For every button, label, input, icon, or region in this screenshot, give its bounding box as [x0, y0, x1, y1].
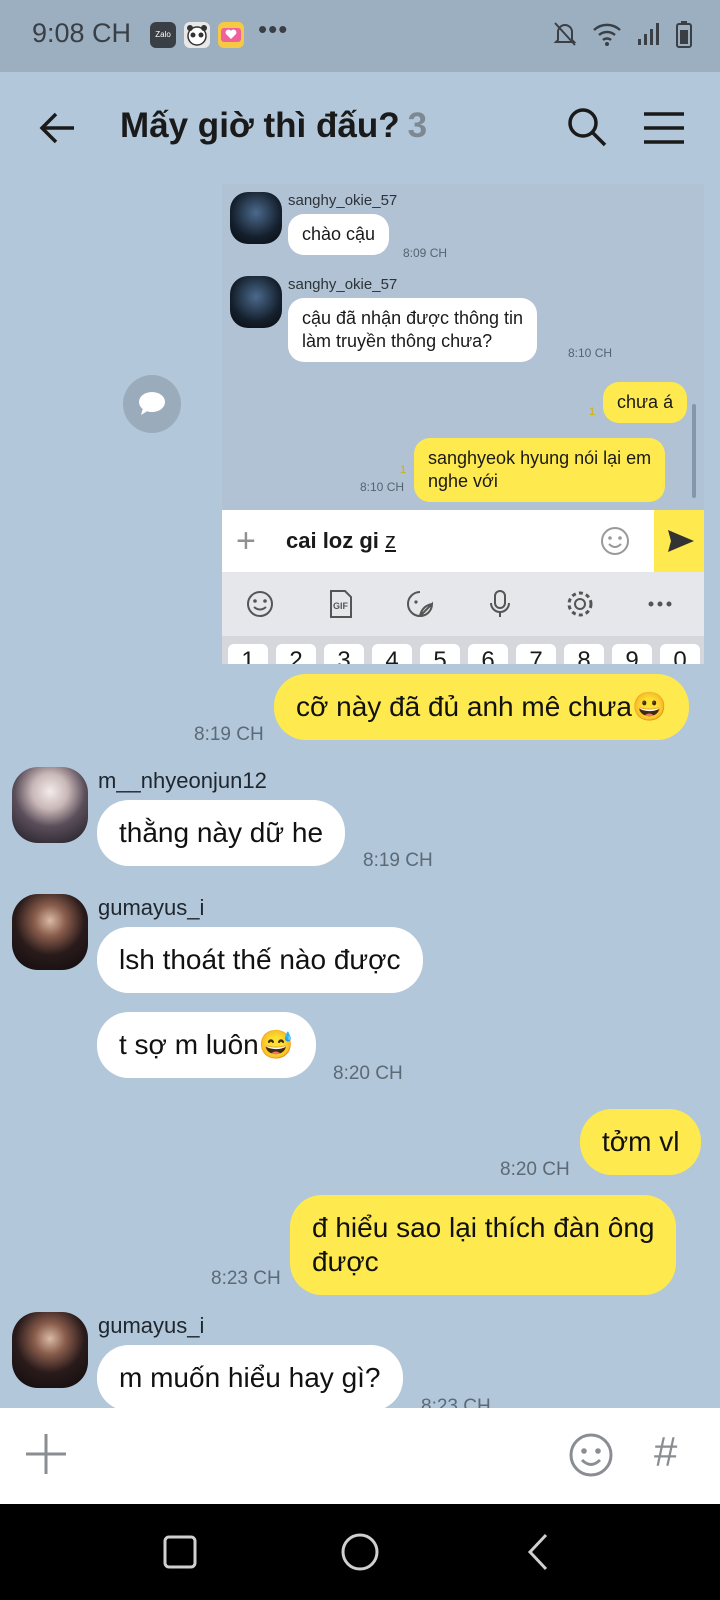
status-bar: 9:08 CH Zalo ••• [0, 0, 720, 72]
emoji-icon [247, 591, 273, 617]
embedded-keyboard-toolbar: GIF [222, 572, 704, 636]
embedded-read-count: 1 [589, 406, 596, 418]
embedded-input-bar: + cai loz gi z [222, 510, 704, 572]
embedded-message-time: 8:10 CH [360, 480, 405, 494]
message-input-bar: # [0, 1408, 720, 1504]
embedded-scrollbar [692, 404, 696, 498]
key: 7 [516, 644, 556, 664]
embedded-sender-name: sanghy_okie_57 [288, 276, 398, 293]
embedded-message-line: nghe với [428, 471, 498, 491]
embedded-plus-icon: + [236, 522, 256, 560]
message-bubble[interactable]: thằng này dữ he [97, 800, 346, 866]
chat-bubble-icon [139, 392, 165, 415]
more-icon [648, 601, 672, 607]
message-line: được [312, 1246, 379, 1277]
embedded-my-bubble: sanghyeok hyung nói lại em nghe với [414, 438, 666, 502]
send-icon [668, 530, 694, 552]
home-icon[interactable] [338, 1530, 382, 1574]
message-time: 8:19 CH [194, 724, 264, 745]
embedded-input-text: cai loz gi z [286, 528, 396, 554]
chat-title-text: Mấy giờ thì đấu? [120, 106, 400, 145]
emoji-icon[interactable] [568, 1432, 614, 1478]
embedded-message-line: cậu đã nhận được thông tin [302, 308, 524, 328]
embedded-message-line: làm truyền thông chưa? [302, 331, 493, 351]
embedded-message-bubble: chào cậu [288, 214, 390, 255]
sticker-icon [407, 591, 434, 617]
message-bubble[interactable]: m muốn hiểu hay gì? [97, 1345, 403, 1411]
embedded-emoji-icon [601, 527, 629, 555]
embedded-read-count: 1 [400, 464, 407, 476]
back-icon[interactable] [518, 1530, 562, 1574]
key: 4 [372, 644, 412, 664]
embedded-message-bubble: cậu đã nhận được thông tin làm truyền th… [288, 298, 538, 362]
wifi-icon [593, 23, 621, 46]
mute-icon [553, 22, 577, 46]
floating-chat-bubble[interactable] [123, 375, 181, 433]
sender-name: gumayus_i [98, 1313, 205, 1338]
message-bubble[interactable]: t sợ m luôn😅 [97, 1012, 316, 1078]
embedded-sender-name: sanghy_okie_57 [288, 192, 398, 209]
avatar[interactable] [12, 767, 88, 843]
embedded-input-composing: z [385, 528, 397, 553]
shared-screenshot-image[interactable]: sanghy_okie_57 chào cậu 8:09 CH sanghy_o… [222, 184, 704, 664]
sender-name: gumayus_i [98, 895, 205, 920]
message-time: 8:23 CH [211, 1268, 281, 1289]
plus-icon[interactable] [22, 1430, 70, 1478]
key: 0 [660, 644, 700, 664]
system-nav-bar [0, 1504, 720, 1600]
embedded-my-bubble: chưa á [603, 382, 688, 423]
chat-header: Mấy giờ thì đấu? 3 [0, 72, 720, 184]
zalo-app-icon: Zalo [150, 22, 176, 48]
panda-app-icon [184, 22, 210, 48]
microphone-icon [490, 590, 510, 617]
key: 5 [420, 644, 460, 664]
my-message-bubble[interactable]: đ hiểu sao lại thích đàn ông được [290, 1195, 677, 1295]
message-bubble[interactable]: lsh thoát thế nào được [97, 927, 423, 993]
my-message-bubble[interactable]: cỡ này đã đủ anh mê chưa😀 [274, 674, 689, 740]
avatar[interactable] [12, 894, 88, 970]
settings-gear-icon [567, 591, 593, 617]
hashtag-button[interactable]: # [654, 1428, 677, 1476]
embedded-input-value: cai loz gi [286, 528, 386, 553]
signal-icon [638, 23, 659, 45]
key: 1 [228, 644, 268, 664]
back-arrow-icon[interactable] [36, 106, 80, 150]
chat-title: Mấy giờ thì đấu? 3 [120, 106, 427, 146]
status-time: 9:08 CH [32, 18, 132, 48]
sender-name: m__nhyeonjun12 [98, 768, 267, 793]
gif-icon: GIF [330, 590, 352, 618]
menu-icon[interactable] [642, 108, 686, 148]
avatar[interactable] [12, 1312, 88, 1388]
embedded-message-line: sanghyeok hyung nói lại em [428, 448, 652, 468]
embedded-keyboard-number-row: 1 2 3 4 5 6 7 8 9 0 [222, 636, 704, 664]
my-message-bubble[interactable]: tởm vl [580, 1109, 702, 1175]
svg-text:GIF: GIF [333, 601, 349, 611]
embedded-send-button [654, 510, 704, 572]
key: 8 [564, 644, 604, 664]
status-icons [552, 20, 692, 48]
search-icon[interactable] [566, 106, 608, 148]
embedded-message-time: 8:09 CH [403, 246, 448, 260]
more-notifications-icon: ••• [258, 14, 289, 44]
key: 2 [276, 644, 316, 664]
embedded-message-time: 8:10 CH [568, 346, 613, 360]
member-count: 3 [407, 106, 428, 145]
love-app-icon [218, 22, 244, 48]
message-time: 8:19 CH [363, 850, 433, 871]
key: 6 [468, 644, 508, 664]
message-time: 8:20 CH [333, 1063, 403, 1084]
message-time: 8:20 CH [500, 1159, 570, 1180]
battery-icon [676, 21, 692, 48]
key: 3 [324, 644, 364, 664]
embedded-avatar [230, 192, 282, 244]
key: 9 [612, 644, 652, 664]
embedded-avatar [230, 276, 282, 328]
recent-apps-icon[interactable] [158, 1530, 202, 1574]
message-line: đ hiểu sao lại thích đàn ông [312, 1212, 655, 1243]
